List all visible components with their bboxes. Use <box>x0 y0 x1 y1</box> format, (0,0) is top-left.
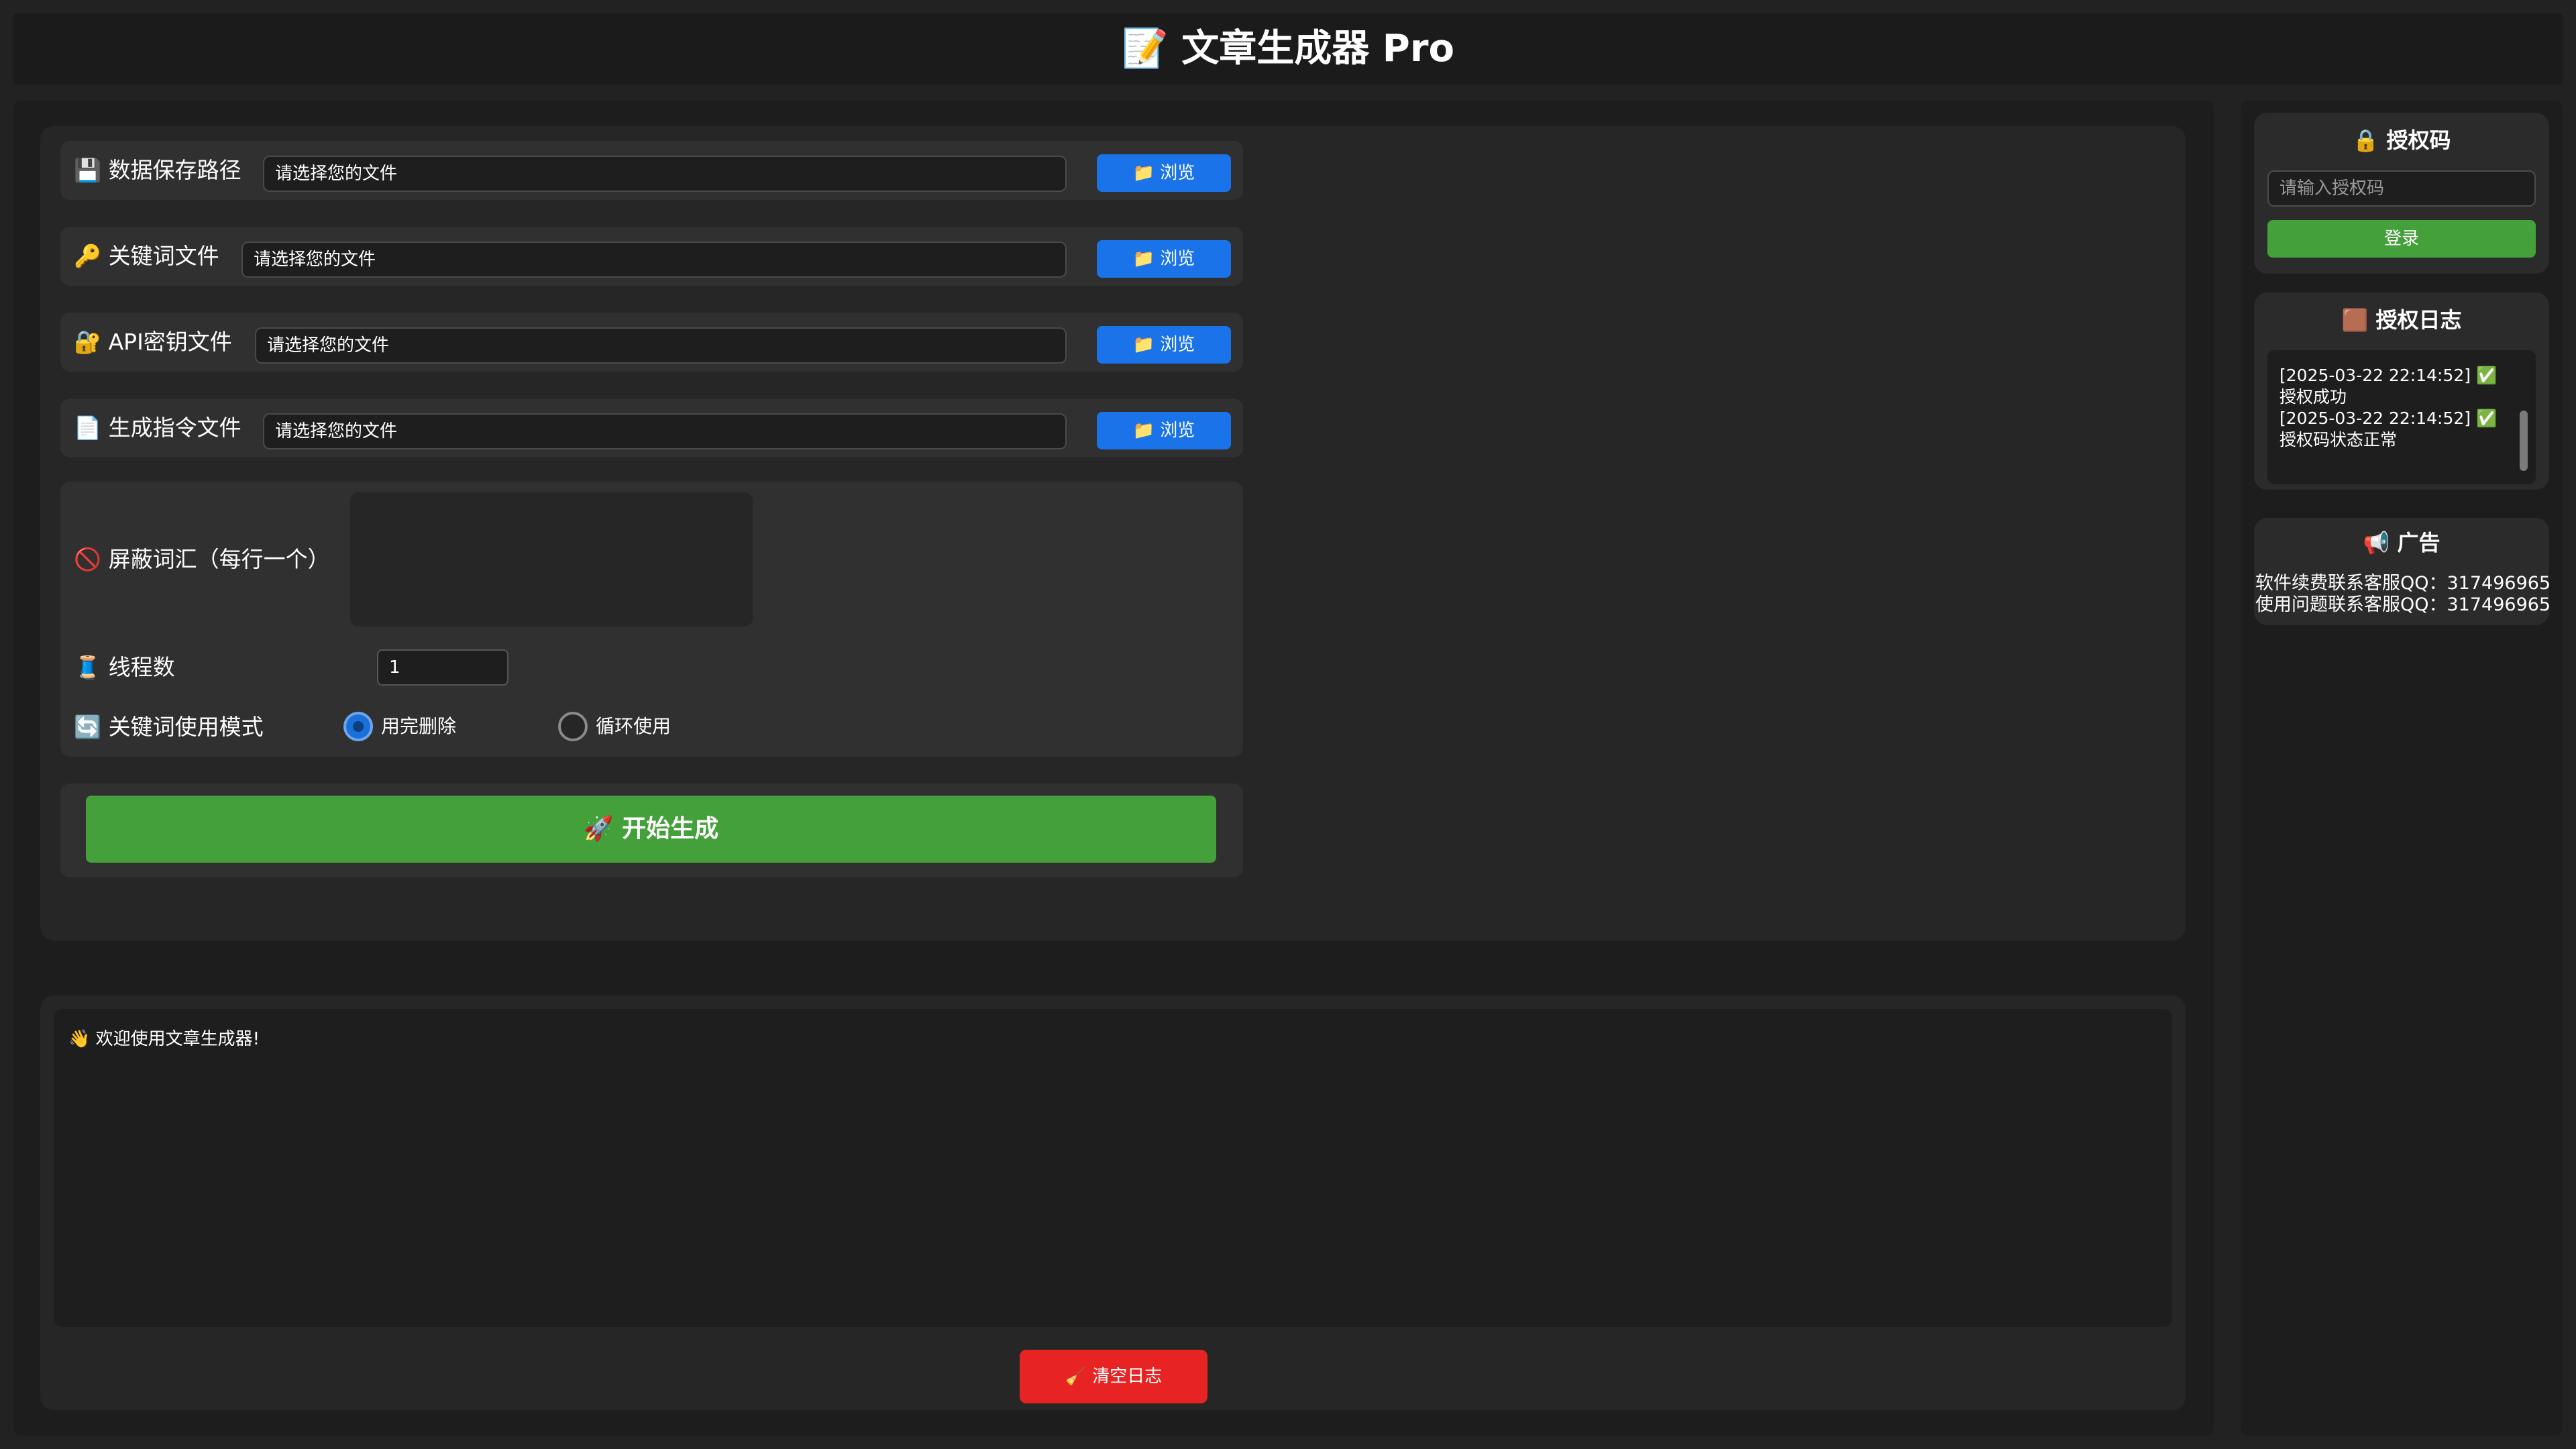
mode-loop-label[interactable]: 循环使用 <box>596 712 671 741</box>
log-panel: 👋 欢迎使用文章生成器! 🧹 清空日志 <box>40 996 2186 1410</box>
prompt-file-label: 📄 生成指令文件 <box>74 398 241 458</box>
start-generate-button[interactable]: 🚀 开始生成 <box>86 796 1216 863</box>
log-line: 👋 欢迎使用文章生成器! <box>68 1029 260 1049</box>
auth-log-line: [2025-03-22 22:14:52] ✅ <box>2279 409 2498 428</box>
repeat-icon: 🔄 <box>74 714 102 740</box>
file-row-api-key: 🔐 API密钥文件 请选择您的文件 📁 浏览 <box>60 313 1243 372</box>
save-path-browse-button[interactable]: 📁 浏览 <box>1097 154 1231 192</box>
login-button[interactable]: 登录 <box>2267 220 2536 258</box>
keywords-file-label: 🔑 关键词文件 <box>74 227 219 286</box>
blocked-words-label: 🚫 屏蔽词汇（每行一个） <box>74 530 330 589</box>
threads-input[interactable]: 1 <box>377 649 508 686</box>
file-row-prompt: 📄 生成指令文件 请选择您的文件 📁 浏览 <box>60 398 1243 458</box>
keywords-file-input[interactable]: 请选择您的文件 <box>241 241 1067 278</box>
auth-title: 🔒 授权码 <box>2352 127 2451 153</box>
keywords-browse-button[interactable]: 📁 浏览 <box>1097 240 1231 278</box>
mode-delete-label[interactable]: 用完删除 <box>381 712 456 741</box>
app-title: 📝 文章生成器 Pro <box>1122 27 1454 70</box>
api-key-browse-button[interactable]: 📁 浏览 <box>1097 326 1231 364</box>
auth-card: 🔒 授权码 请输入授权码 登录 <box>2254 113 2549 274</box>
file-row-save-path: 💾 数据保存路径 请选择您的文件 📁 浏览 <box>60 141 1243 200</box>
api-key-file-input[interactable]: 请选择您的文件 <box>255 327 1067 364</box>
app-header: 📝 文章生成器 Pro <box>13 13 2563 85</box>
auth-log-line: 授权成功 <box>2279 387 2347 407</box>
mode-loop-radio[interactable] <box>558 712 588 741</box>
blocked-words-textarea[interactable] <box>350 492 753 627</box>
save-path-input[interactable]: 请选择您的文件 <box>263 156 1067 192</box>
settings-section: 🚫 屏蔽词汇（每行一个） 🧵 线程数 1 🔄 关键词使用模式 用完删除 循环使用 <box>60 482 1243 757</box>
thread-spool-icon: 🧵 <box>74 654 102 680</box>
auth-log-scrollbar[interactable] <box>2520 411 2528 471</box>
floppy-disk-icon: 💾 <box>74 157 102 183</box>
auth-log-title: 🟫 授权日志 <box>2341 307 2462 333</box>
start-section: 🚀 开始生成 <box>60 784 1243 877</box>
ads-card: 📢 广告 软件续费联系客服QQ：317496965 使用问题联系客服QQ：317… <box>2254 518 2551 625</box>
key-icon: 🔑 <box>74 243 102 269</box>
save-path-label: 💾 数据保存路径 <box>74 141 241 200</box>
auth-log-card: 🟫 授权日志 [2025-03-22 22:14:52] ✅ 授权成功 [202… <box>2254 292 2549 490</box>
document-icon: 📄 <box>74 415 102 441</box>
keyword-mode-label: 🔄 关键词使用模式 <box>74 698 264 757</box>
prompt-browse-button[interactable]: 📁 浏览 <box>1097 412 1231 449</box>
lock-with-key-icon: 🔐 <box>74 329 102 355</box>
auth-log-line: 授权码状态正常 <box>2279 430 2398 449</box>
file-row-keywords: 🔑 关键词文件 请选择您的文件 📁 浏览 <box>60 227 1243 286</box>
clear-log-button[interactable]: 🧹 清空日志 <box>1020 1350 1208 1403</box>
prohibited-icon: 🚫 <box>74 546 102 572</box>
prompt-file-input[interactable]: 请选择您的文件 <box>263 413 1067 449</box>
log-output[interactable]: 👋 欢迎使用文章生成器! <box>54 1009 2172 1327</box>
mode-delete-radio[interactable] <box>343 712 373 741</box>
auth-log-line: [2025-03-22 22:14:52] ✅ <box>2279 366 2498 385</box>
ad-line: 软件续费联系客服QQ：317496965 <box>2255 573 2551 594</box>
auth-log-output[interactable]: [2025-03-22 22:14:52] ✅ 授权成功 [2025-03-22… <box>2267 350 2536 484</box>
ad-line: 使用问题联系客服QQ：317496965 <box>2255 594 2551 615</box>
api-key-file-label: 🔐 API密钥文件 <box>74 313 232 372</box>
auth-code-input[interactable]: 请输入授权码 <box>2267 170 2536 207</box>
threads-label: 🧵 线程数 <box>74 638 175 697</box>
ads-title: 📢 广告 <box>2363 530 2440 555</box>
